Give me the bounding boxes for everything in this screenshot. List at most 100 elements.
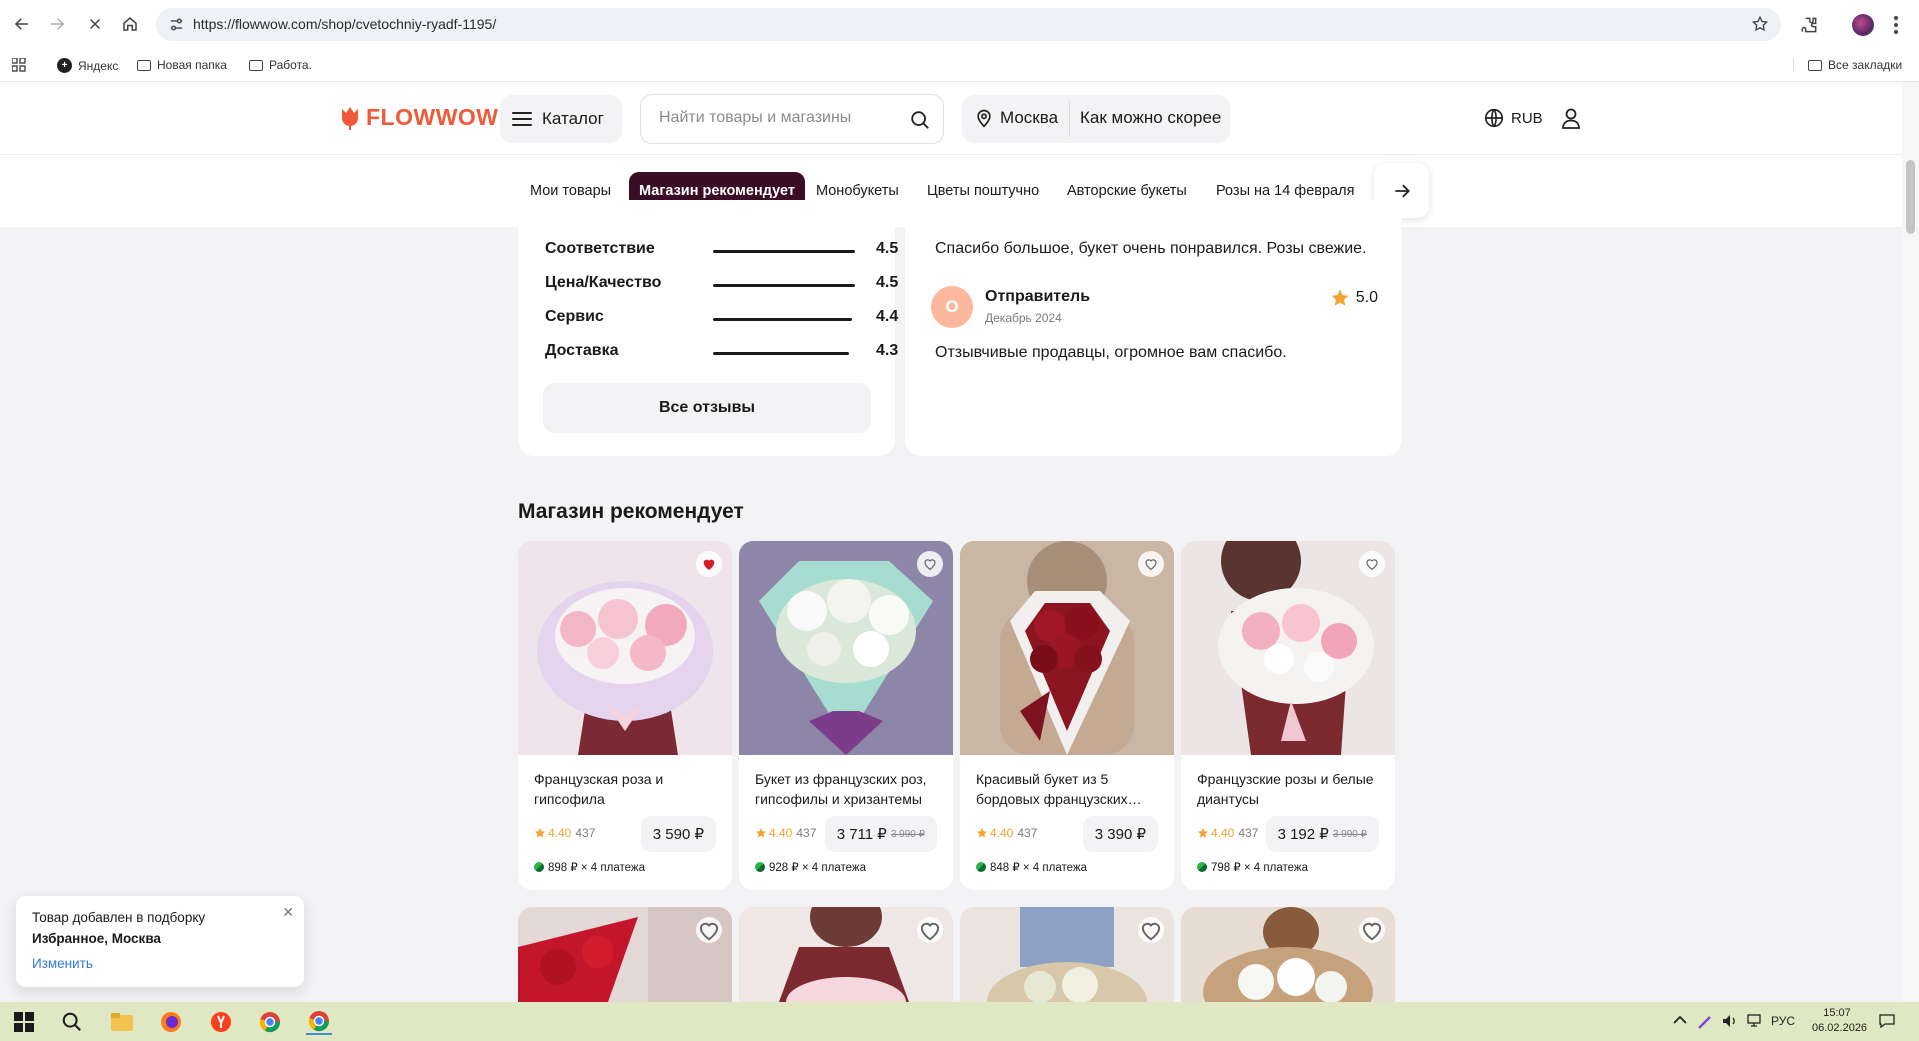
city-selector[interactable]: Москва xyxy=(974,108,1058,128)
url-text[interactable]: https://flowwow.com/shop/cvetochniy-ryad… xyxy=(193,16,496,32)
address-bar[interactable]: https://flowwow.com/shop/cvetochniy-ryad… xyxy=(156,8,1781,41)
rating-value: 4.40 xyxy=(990,826,1014,840)
product-card[interactable] xyxy=(960,907,1174,1002)
product-card[interactable] xyxy=(739,907,953,1002)
home-button[interactable] xyxy=(118,12,142,36)
chevron-up-icon[interactable] xyxy=(1673,1014,1687,1028)
rating-value: 4.4 xyxy=(876,308,899,325)
product-card[interactable]: Французская роза и гипсофила 4.40 437 3 … xyxy=(518,541,732,890)
catalog-label: Каталог xyxy=(542,109,604,128)
firefox-icon[interactable] xyxy=(158,1009,184,1035)
user-icon[interactable] xyxy=(1559,106,1583,130)
catalog-button[interactable]: Каталог xyxy=(500,95,622,143)
stop-button[interactable] xyxy=(83,12,107,36)
input-language[interactable]: РУС xyxy=(1771,1014,1795,1028)
toast-collection-name: Избранное, Москва xyxy=(32,931,161,946)
back-button[interactable] xyxy=(10,12,34,36)
favorite-button[interactable] xyxy=(1138,917,1164,943)
product-name[interactable]: Красивый букет из 5 бордовых французских… xyxy=(976,769,1166,809)
profile-avatar[interactable] xyxy=(1852,14,1874,36)
installment-icon xyxy=(976,862,986,872)
rating-value: 4.5 xyxy=(876,274,899,291)
price-button[interactable]: 3 390 ₽ xyxy=(1082,816,1158,852)
location-pin-icon xyxy=(977,109,991,128)
heart-outline-icon xyxy=(1366,559,1378,571)
clock[interactable]: 15:07 06.02.2026 xyxy=(1812,1006,1868,1036)
notifications-icon[interactable] xyxy=(1879,1014,1895,1031)
clock-date: 06.02.2026 xyxy=(1812,1022,1868,1034)
browser-toolbar: https://flowwow.com/shop/cvetochniy-ryad… xyxy=(0,0,1919,49)
heart-outline-icon xyxy=(699,922,719,940)
network-icon[interactable] xyxy=(1745,1014,1763,1031)
favorite-button[interactable] xyxy=(696,917,722,943)
scrollbar-thumb[interactable] xyxy=(1906,160,1915,234)
bookmark-label: Новая папка xyxy=(157,58,227,72)
price: 3 711 ₽ xyxy=(836,826,887,843)
site-settings-icon[interactable] xyxy=(168,16,185,33)
review-count: 437 xyxy=(796,826,817,840)
toast-message: Товар добавлен в подборку xyxy=(32,910,206,925)
search-icon[interactable] xyxy=(909,109,931,131)
globe-icon xyxy=(1484,108,1504,128)
product-card[interactable] xyxy=(1181,907,1395,1002)
more-menu-icon[interactable] xyxy=(1893,15,1899,35)
favorite-button[interactable] xyxy=(917,917,943,943)
folder-icon xyxy=(249,59,263,71)
bookmark-work[interactable]: Работа. xyxy=(249,58,312,72)
bookmark-star-icon[interactable] xyxy=(1751,15,1769,33)
favorite-button[interactable] xyxy=(1359,917,1385,943)
all-bookmarks[interactable]: Все закладки xyxy=(1793,58,1902,72)
logo-text: FLOWWOW xyxy=(366,104,499,130)
price-button[interactable]: 3 590 ₽ xyxy=(640,816,716,852)
bookmark-label: Работа. xyxy=(269,58,312,72)
added-to-collection-toast: Товар добавлен в подборку Избранное, Мос… xyxy=(16,896,304,987)
all-bookmarks-label: Все закладки xyxy=(1828,58,1903,72)
product-card[interactable]: Букет из французских роз, гипсофилы и хр… xyxy=(739,541,953,890)
tab-label: Авторские букеты xyxy=(1067,183,1187,199)
bookmark-new-folder[interactable]: Новая папка xyxy=(137,58,227,72)
product-name[interactable]: Французская роза и гипсофила xyxy=(534,769,724,809)
review-date: Декабрь 2024 xyxy=(985,311,1062,325)
pen-icon[interactable] xyxy=(1697,1014,1713,1033)
installment-text: 898 ₽ × 4 платежа xyxy=(548,862,645,874)
all-reviews-button[interactable]: Все отзывы xyxy=(543,383,871,433)
favorite-button[interactable] xyxy=(917,551,943,577)
product-card[interactable] xyxy=(518,907,732,1002)
volume-icon[interactable] xyxy=(1722,1014,1738,1031)
currency-selector[interactable]: RUB xyxy=(1483,107,1543,129)
search-input[interactable] xyxy=(659,109,899,127)
product-name[interactable]: Букет из французских роз, гипсофилы и хр… xyxy=(755,769,945,809)
apps-icon[interactable] xyxy=(12,58,26,72)
rating-label: Доставка xyxy=(545,342,619,359)
chrome-active-icon[interactable] xyxy=(306,1009,332,1035)
rating-bar xyxy=(713,284,855,287)
rating-bar xyxy=(713,318,852,321)
product-name[interactable]: Французские розы и белые диантусы xyxy=(1197,769,1387,809)
toast-close-icon[interactable]: ✕ xyxy=(282,904,294,921)
taskbar-search[interactable] xyxy=(59,1009,85,1035)
installment-text: 798 ₽ × 4 платежа xyxy=(1211,862,1308,874)
rating-value: 4.5 xyxy=(876,240,899,257)
delivery-time-selector[interactable]: Как можно скорее xyxy=(1080,108,1221,128)
review-text: Отзывчивые продавцы, огромное вам спасиб… xyxy=(935,344,1287,361)
favorite-button[interactable] xyxy=(1138,551,1164,577)
product-card[interactable]: Красивый букет из 5 бордовых французских… xyxy=(960,541,1174,890)
file-explorer-icon[interactable] xyxy=(109,1009,135,1035)
bookmark-yandex[interactable]: + Яндекс xyxy=(57,58,118,73)
product-card[interactable]: Французские розы и белые диантусы 4.40 4… xyxy=(1181,541,1395,890)
chrome-icon[interactable] xyxy=(257,1009,283,1035)
flowwow-logo[interactable]: FLOWWOW xyxy=(340,104,499,131)
review-count: 437 xyxy=(1017,826,1038,840)
extensions-icon[interactable] xyxy=(1799,15,1819,35)
favorite-button[interactable] xyxy=(1359,551,1385,577)
price-button[interactable]: 3 711 ₽ 3 990 ₽ xyxy=(824,816,937,852)
review-author: Отправитель xyxy=(985,288,1091,305)
product-rating: 4.40 437 xyxy=(534,826,595,840)
forward-button[interactable] xyxy=(45,12,69,36)
favorite-button[interactable] xyxy=(696,551,722,577)
page-scrollbar[interactable] xyxy=(1902,82,1919,1002)
yandex-browser-icon[interactable] xyxy=(208,1009,234,1035)
price-button[interactable]: 3 192 ₽ 3 990 ₽ xyxy=(1265,816,1379,852)
toast-change-link[interactable]: Изменить xyxy=(32,956,93,971)
start-button[interactable] xyxy=(11,1009,37,1035)
